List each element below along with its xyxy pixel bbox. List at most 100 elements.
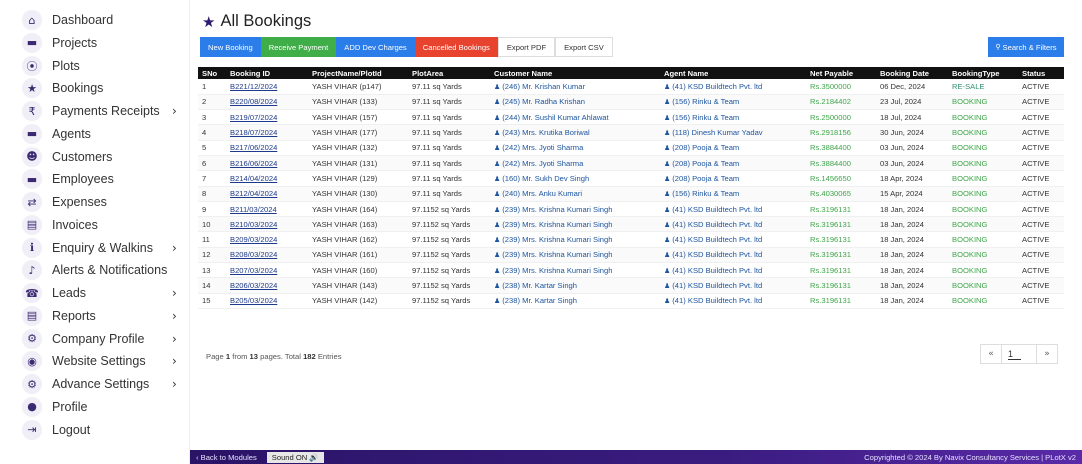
cell-agent-link[interactable]: (41) KSD Buildtech Pvt. ltd xyxy=(672,82,762,91)
sidebar-item-payments-receipts[interactable]: ₹ Payments Receipts › xyxy=(22,100,190,122)
prev-page-button[interactable]: « xyxy=(980,344,1002,364)
page-number-input[interactable]: 1 xyxy=(1002,344,1036,364)
cell-agent-link[interactable]: (41) KSD Buildtech Pvt. ltd xyxy=(672,281,762,290)
column-header-plotarea[interactable]: PlotArea xyxy=(408,67,490,79)
cell-agent[interactable]: ♟ (41) KSD Buildtech Pvt. ltd xyxy=(660,201,806,218)
cell-customer[interactable]: ♟ (240) Mrs. Anku Kumari xyxy=(490,186,660,202)
sidebar-item-invoices[interactable]: ▤ Invoices xyxy=(22,214,190,236)
column-header-bookingtype[interactable]: BookingType xyxy=(948,67,1018,79)
cell-customer-link[interactable]: (246) Mr. Krishan Kumar xyxy=(502,82,585,91)
cell-booking-id-value[interactable]: B220/08/2024 xyxy=(230,97,277,106)
cell-booking-id-value[interactable]: B218/07/2024 xyxy=(230,128,277,137)
column-header-status[interactable]: Status xyxy=(1018,67,1064,79)
cell-booking-id[interactable]: B212/04/2024 xyxy=(226,186,308,202)
cell-agent[interactable]: ♟ (41) KSD Buildtech Pvt. ltd xyxy=(660,293,806,309)
chevron-right-icon[interactable]: › xyxy=(172,332,177,346)
chevron-right-icon[interactable]: › xyxy=(172,309,177,323)
cell-customer[interactable]: ♟ (238) Mr. Kartar Singh xyxy=(490,277,660,294)
cell-customer[interactable]: ♟ (245) Mr. Radha Krishan xyxy=(490,94,660,111)
cancelled-bookings-button[interactable]: Cancelled Bookings xyxy=(414,37,498,57)
cell-customer[interactable]: ♟ (239) Mrs. Krishna Kumari Singh xyxy=(490,201,660,218)
sidebar-item-leads[interactable]: ☎ Leads › xyxy=(22,282,190,304)
sidebar-item-logout[interactable]: ⇥ Logout xyxy=(22,419,190,441)
cell-agent[interactable]: ♟ (156) Rinku & Team xyxy=(660,109,806,126)
cell-customer-link[interactable]: (242) Mrs. Jyoti Sharma xyxy=(502,159,583,168)
cell-customer-link[interactable]: (244) Mr. Sushil Kumar Ahlawat xyxy=(502,113,608,122)
cell-customer-link[interactable]: (239) Mrs. Krishna Kumari Singh xyxy=(502,266,612,275)
export-pdf-button[interactable]: Export PDF xyxy=(497,37,556,57)
cell-customer-link[interactable]: (245) Mr. Radha Krishan xyxy=(502,97,585,106)
cell-agent-link[interactable]: (156) Rinku & Team xyxy=(672,189,739,198)
chevron-right-icon[interactable]: › xyxy=(172,241,177,255)
cell-booking-id-value[interactable]: B219/07/2024 xyxy=(230,113,277,122)
cell-customer[interactable]: ♟ (160) Mr. Sukh Dev Singh xyxy=(490,170,660,187)
cell-booking-id-value[interactable]: B205/03/2024 xyxy=(230,296,277,305)
cell-agent[interactable]: ♟ (118) Dinesh Kumar Yadav xyxy=(660,124,806,141)
sidebar-item-expenses[interactable]: ⇄ Expenses xyxy=(22,191,190,213)
cell-customer-link[interactable]: (239) Mrs. Krishna Kumari Singh xyxy=(502,205,612,214)
cell-customer[interactable]: ♟ (239) Mrs. Krishna Kumari Singh xyxy=(490,231,660,248)
cell-booking-id-value[interactable]: B211/03/2024 xyxy=(230,205,277,214)
cell-booking-id-value[interactable]: B221/12/2024 xyxy=(230,82,277,91)
cell-booking-id-value[interactable]: B206/03/2024 xyxy=(230,281,277,290)
sidebar-item-enquiry-walkins[interactable]: ℹ Enquiry & Walkins › xyxy=(22,237,190,259)
cell-customer[interactable]: ♟ (239) Mrs. Krishna Kumari Singh xyxy=(490,247,660,264)
new-booking-button[interactable]: New Booking xyxy=(200,37,261,57)
cell-agent[interactable]: ♟ (208) Pooja & Team xyxy=(660,155,806,172)
cell-customer[interactable]: ♟ (239) Mrs. Krishna Kumari Singh xyxy=(490,262,660,279)
cell-agent[interactable]: ♟ (41) KSD Buildtech Pvt. ltd xyxy=(660,231,806,248)
cell-agent-link[interactable]: (41) KSD Buildtech Pvt. ltd xyxy=(672,250,762,259)
search-filters-button[interactable]: ⚲ Search & Filters xyxy=(988,37,1064,57)
cell-booking-id[interactable]: B220/08/2024 xyxy=(226,94,308,111)
cell-customer-link[interactable]: (239) Mrs. Krishna Kumari Singh xyxy=(502,220,612,229)
cell-booking-id[interactable]: B205/03/2024 xyxy=(226,293,308,309)
cell-booking-id[interactable]: B217/06/2024 xyxy=(226,140,308,156)
chevron-right-icon[interactable]: › xyxy=(172,104,177,118)
cell-customer[interactable]: ♟ (243) Mrs. Krutika Boriwal xyxy=(490,124,660,141)
sidebar-item-alerts-notifications[interactable]: ♪ Alerts & Notifications xyxy=(22,259,190,281)
sidebar-item-reports[interactable]: ▤ Reports › xyxy=(22,305,190,327)
cell-agent-link[interactable]: (41) KSD Buildtech Pvt. ltd xyxy=(672,205,762,214)
cell-booking-id[interactable]: B216/06/2024 xyxy=(226,155,308,172)
column-header-projectname-plotid[interactable]: ProjectName/PlotId xyxy=(308,67,408,79)
cell-booking-id-value[interactable]: B212/04/2024 xyxy=(230,189,277,198)
cell-customer[interactable]: ♟ (242) Mrs. Jyoti Sharma xyxy=(490,155,660,172)
column-header-customer-name[interactable]: Customer Name xyxy=(490,67,660,79)
chevron-right-icon[interactable]: › xyxy=(172,354,177,368)
chevron-right-icon[interactable]: › xyxy=(172,377,177,391)
column-header-agent-name[interactable]: Agent Name xyxy=(660,67,806,79)
cell-customer[interactable]: ♟ (242) Mrs. Jyoti Sharma xyxy=(490,140,660,156)
cell-booking-id[interactable]: B221/12/2024 xyxy=(226,79,308,95)
cell-customer[interactable]: ♟ (238) Mr. Kartar Singh xyxy=(490,293,660,309)
sidebar-item-plots[interactable]: ⦿ Plots xyxy=(22,55,190,77)
sidebar-item-website-settings[interactable]: ◉ Website Settings › xyxy=(22,350,190,372)
export-csv-button[interactable]: Export CSV xyxy=(555,37,613,57)
cell-agent-link[interactable]: (208) Pooja & Team xyxy=(672,143,739,152)
cell-booking-id[interactable]: B219/07/2024 xyxy=(226,109,308,126)
column-header-sno[interactable]: SNo xyxy=(198,67,226,79)
cell-agent[interactable]: ♟ (41) KSD Buildtech Pvt. ltd xyxy=(660,216,806,233)
cell-booking-id-value[interactable]: B216/06/2024 xyxy=(230,159,277,168)
next-page-button[interactable]: » xyxy=(1036,344,1058,364)
column-header-net-payable[interactable]: Net Payable xyxy=(806,67,876,79)
column-header-booking-date[interactable]: Booking Date xyxy=(876,67,948,79)
add-dev-charges-button[interactable]: ADD Dev Charges xyxy=(336,37,415,57)
cell-booking-id[interactable]: B211/03/2024 xyxy=(226,201,308,218)
back-to-modules-link[interactable]: ‹ Back to Modules xyxy=(196,453,257,462)
cell-agent-link[interactable]: (208) Pooja & Team xyxy=(672,174,739,183)
cell-customer-link[interactable]: (240) Mrs. Anku Kumari xyxy=(502,189,582,198)
cell-customer-link[interactable]: (239) Mrs. Krishna Kumari Singh xyxy=(502,235,612,244)
sidebar-item-company-profile[interactable]: ⚙ Company Profile › xyxy=(22,328,190,350)
sidebar-item-dashboard[interactable]: ⌂ Dashboard xyxy=(22,9,190,31)
cell-agent-link[interactable]: (118) Dinesh Kumar Yadav xyxy=(672,128,762,137)
cell-customer-link[interactable]: (239) Mrs. Krishna Kumari Singh xyxy=(502,250,612,259)
cell-customer-link[interactable]: (242) Mrs. Jyoti Sharma xyxy=(502,143,583,152)
cell-booking-id-value[interactable]: B209/03/2024 xyxy=(230,235,277,244)
sidebar-item-customers[interactable]: ☻ Customers xyxy=(22,146,190,168)
cell-customer[interactable]: ♟ (244) Mr. Sushil Kumar Ahlawat xyxy=(490,109,660,126)
cell-customer-link[interactable]: (238) Mr. Kartar Singh xyxy=(502,281,577,290)
cell-booking-id-value[interactable]: B217/06/2024 xyxy=(230,143,277,152)
cell-booking-id[interactable]: B214/04/2024 xyxy=(226,170,308,187)
cell-agent-link[interactable]: (41) KSD Buildtech Pvt. ltd xyxy=(672,296,762,305)
chevron-right-icon[interactable]: › xyxy=(172,286,177,300)
